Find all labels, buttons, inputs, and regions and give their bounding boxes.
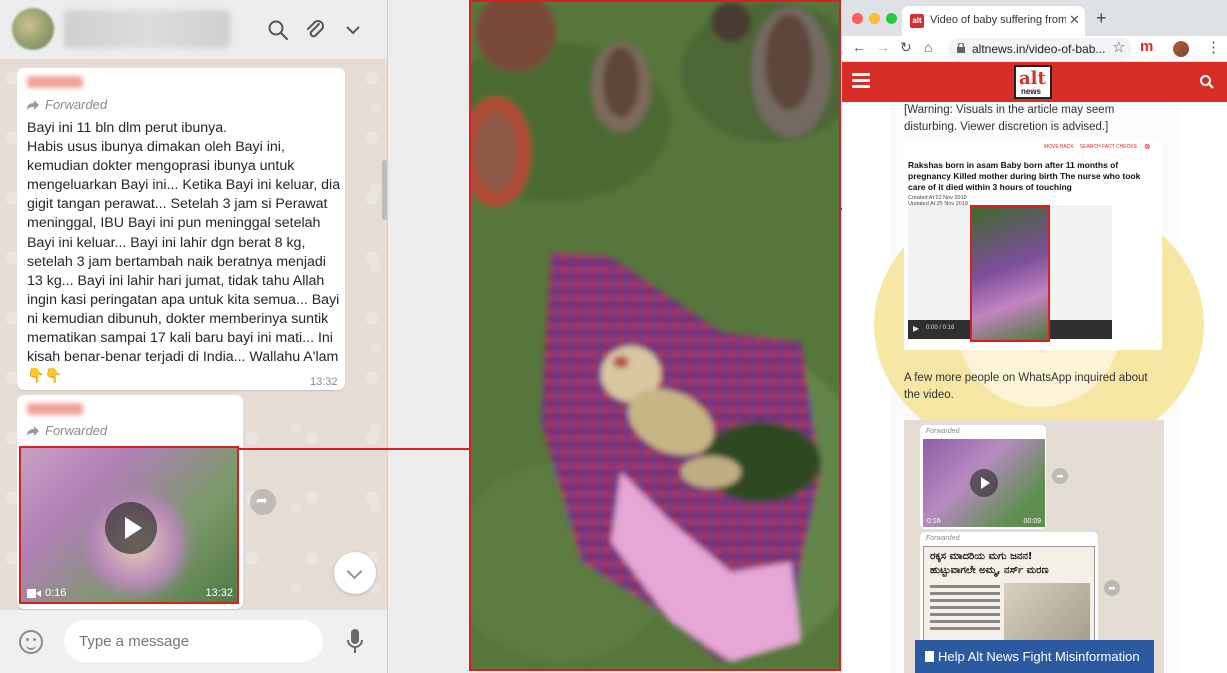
whatsapp-panel: Forwarded Bayi ini 11 bln dlm perut ibun… [0,0,388,673]
close-window-button[interactable] [852,13,863,24]
lock-icon[interactable] [957,43,965,53]
video-duration: 0:16 [27,587,66,599]
message-bubble[interactable]: Forwarded Bayi ini 11 bln dlm perut ibun… [17,68,345,390]
forward-arrow-icon [27,425,39,436]
support-altnews-button[interactable]: Help Alt News Fight Misinformation [915,640,1154,673]
search-icon[interactable] [266,18,290,42]
warning-text: [Warning: Visuals in the article may see… [904,104,1115,133]
url-text: altnews.in/video-of-bab... [972,42,1106,56]
shot-video-bubble: Forwarded 0:16 00:09 [920,425,1046,529]
video-camera-icon [27,588,41,598]
address-bar[interactable]: altnews.in/video-of-bab... [948,38,1132,60]
bookmark-star-icon[interactable]: ☆ [1112,38,1125,56]
attach-icon[interactable] [303,18,327,42]
play-button[interactable] [105,502,157,554]
altnews-favicon: alt [910,14,924,28]
card-title: Rakshas born in asam Baby born after 11 … [908,160,1141,192]
compose-bar [0,610,387,673]
shot-video-thumb: 0:16 00:09 [923,439,1045,527]
video-thumbnail[interactable]: 0:16 13:32 [19,446,239,604]
forward-icon[interactable] [250,489,276,515]
hamburger-menu-icon[interactable] [852,73,870,89]
menu-kebab-icon[interactable]: ⋮ [1206,38,1221,56]
player-time: 0:00 / 0:16 [926,325,955,331]
card-actions: MOVE BACK SEARCH FACT CHECKS [1044,144,1137,150]
whatsapp-screenshot-image: Forwarded 0:16 00:09 ➦ Forwarded ರಕ್ಕಸ ಮ… [904,420,1164,673]
maximize-window-button[interactable] [886,13,897,24]
microphone-icon[interactable] [346,628,364,656]
new-tab-icon[interactable]: + [1096,8,1107,29]
enlarged-video-frame [469,0,841,671]
sender-name-blurred [27,76,83,88]
baby-on-cloth-photo [471,2,839,669]
document-icon [925,651,934,662]
altnews-logo[interactable]: alt news [1014,65,1052,99]
tab-title: Video of baby suffering from rare [930,14,1066,26]
newspaper-photo [1004,583,1090,641]
play-button [970,469,998,497]
contact-avatar[interactable] [12,8,54,50]
extension-m-icon[interactable]: m [1140,38,1153,55]
tab-close-icon[interactable]: ✕ [1069,12,1080,28]
chevron-down-icon[interactable] [341,18,365,42]
message-time: 13:32 [310,376,338,388]
forward-arrow-icon[interactable]: → [876,39,890,55]
message-time: 13:32 [205,587,233,599]
highlighted-video-frame [970,205,1050,342]
home-icon[interactable]: ⌂ [924,39,932,55]
shot-news-bubble: Forwarded ರಕ್ಕಸ ಮಾದರಿಯ ಮಗು ಜನನ! ಹುಟ್ಟುವಾ… [920,532,1098,652]
tab-strip: alt Video of baby suffering from rare ✕ … [842,0,1227,36]
browser-window: alt Video of baby suffering from rare ✕ … [842,0,1227,673]
forward-arrow-icon [27,99,39,110]
contact-name-blurred[interactable] [64,10,230,48]
pointing-down-emoji: 👇👇 [27,368,63,385]
emoji-icon[interactable] [19,630,43,654]
forward-icon: ➦ [1052,468,1068,484]
highlight-connector [239,448,470,450]
tab-active[interactable]: alt Video of baby suffering from rare ✕ [902,6,1085,36]
browser-toolbar: ← → ↻ ⌂ altnews.in/video-of-bab... ☆ m ⋮ [842,36,1227,62]
chat-header [0,0,387,60]
message-text: Bayi ini 11 bln dlm perut ibunya. Habis … [27,120,341,385]
chat-scrollbar[interactable] [382,160,387,220]
reload-icon[interactable]: ↻ [900,39,912,56]
forward-icon: ➦ [1104,580,1120,596]
profile-avatar[interactable] [1173,41,1189,57]
site-header: alt news [842,62,1227,102]
search-icon[interactable] [1199,74,1215,90]
sender-name-blurred [27,403,83,415]
minimize-window-button[interactable] [869,13,880,24]
back-arrow-icon[interactable]: ← [852,39,866,55]
message-input[interactable] [64,620,323,662]
forwarded-label: Forwarded [26,423,107,438]
article-paragraph: A few more people on WhatsApp inquired a… [904,372,1148,401]
forwarded-label: Forwarded [26,97,107,112]
play-icon[interactable]: ▶ [913,324,919,333]
composite-screenshot: Forwarded Bayi ini 11 bln dlm perut ibun… [0,0,1227,673]
close-icon[interactable]: ⊗ [1144,142,1151,151]
newspaper-clipping: ರಕ್ಕಸ ಮಾದರಿಯ ಮಗು ಜನನ! ಹುಟ್ಟುವಾಗಲೇ ಅಮ್ಮ, … [923,546,1095,646]
scroll-down-button[interactable] [334,552,376,594]
